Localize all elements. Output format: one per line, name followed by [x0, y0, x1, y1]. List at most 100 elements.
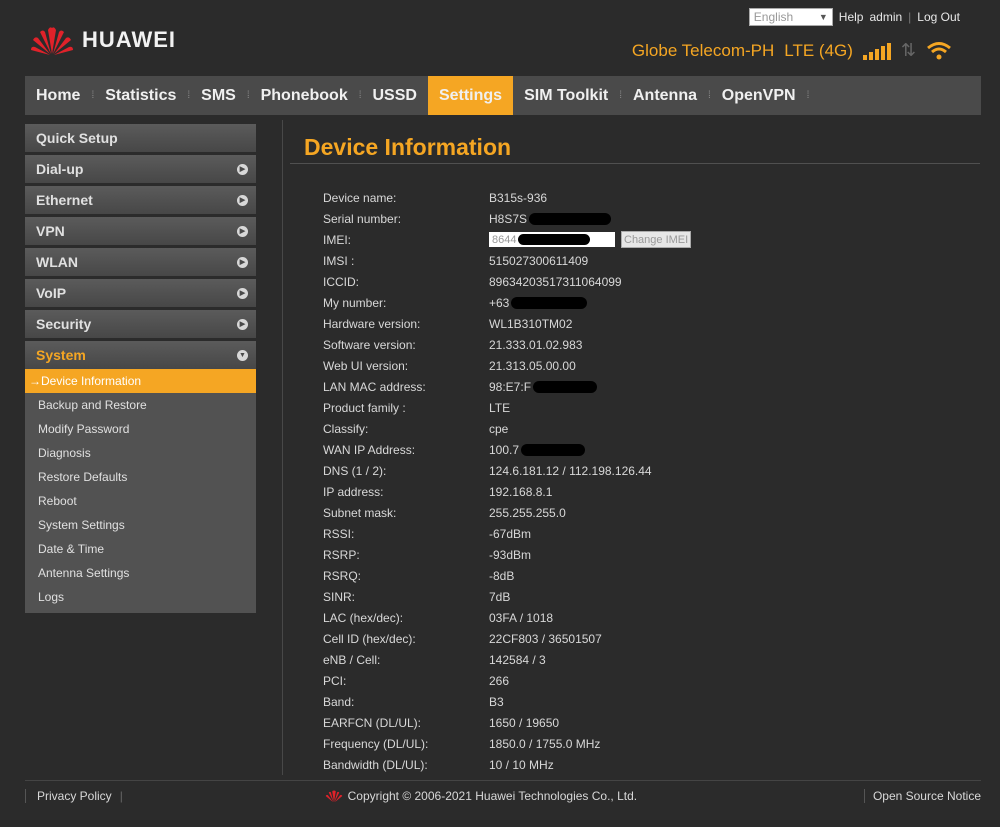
info-label: WAN IP Address: — [323, 442, 416, 457]
privacy-policy-link[interactable]: Privacy Policy — [37, 789, 112, 803]
sidebar-item-logs[interactable]: Logs — [25, 585, 256, 609]
serial-value: H8S7S — [489, 211, 528, 226]
sidebar-system[interactable]: System ▼ — [25, 341, 256, 369]
imei-input[interactable]: 8644 — [489, 232, 615, 247]
info-label: Cell ID (hex/dec): — [323, 631, 416, 646]
info-value: 7dB — [489, 589, 511, 604]
info-label: LAN MAC address: — [323, 379, 426, 394]
huawei-flower-icon — [31, 27, 73, 55]
sidebar-label: Dial-up — [36, 161, 84, 177]
info-row: Bandwidth (DL/UL): 10 / 10 MHz — [323, 754, 691, 775]
collapse-arrow-icon: ▼ — [237, 349, 248, 361]
info-value: B3 — [489, 694, 504, 709]
info-value: 142584 / 3 — [489, 652, 546, 667]
nav-ussd[interactable]: USSD — [362, 76, 428, 115]
info-value: 98:E7:F — [489, 380, 598, 394]
info-value: 124.6.181.12 / 112.198.126.44 — [489, 463, 652, 478]
signal-strength-icon — [862, 42, 891, 60]
expand-arrow-icon: ▶ — [237, 256, 248, 268]
huawei-logo: HUAWEI — [30, 24, 176, 56]
info-row: RSRP: -93dBm — [323, 544, 691, 565]
sidebar-item-backup-restore[interactable]: Backup and Restore — [25, 393, 256, 417]
footer-copyright: Copyright © 2006-2021 Huawei Technologie… — [324, 789, 637, 803]
open-source-notice-link[interactable]: Open Source Notice — [863, 789, 981, 803]
divider: | — [908, 10, 912, 24]
sidebar-item-date-time[interactable]: Date & Time — [25, 537, 256, 561]
sidebar-quick-setup[interactable]: Quick Setup — [25, 124, 256, 152]
info-label: ICCID: — [323, 274, 359, 289]
info-value: cpe — [489, 421, 509, 436]
info-label: Serial number: — [323, 211, 402, 226]
divider: | — [119, 789, 123, 803]
language-value: English — [753, 10, 794, 24]
info-label: IP address: — [323, 484, 384, 499]
sidebar-security[interactable]: Security ▶ — [25, 310, 256, 338]
info-value: -93dBm — [489, 547, 532, 562]
sidebar-item-label: Device Information — [41, 374, 142, 388]
logout-link[interactable]: Log Out — [917, 10, 960, 24]
info-row: Device name: B315s-936 — [323, 187, 691, 208]
info-row: Classify: cpe — [323, 418, 691, 439]
nav-statistics[interactable]: Statistics — [94, 76, 187, 115]
info-row: WAN IP Address: 100.7 — [323, 439, 691, 460]
info-label: Product family : — [323, 400, 406, 415]
nav-phonebook[interactable]: Phonebook — [250, 76, 359, 115]
help-link[interactable]: Help — [839, 10, 864, 24]
sidebar-item-diagnosis[interactable]: Diagnosis — [25, 441, 256, 465]
sidebar-ethernet[interactable]: Ethernet ▶ — [25, 186, 256, 214]
info-label: IMEI: — [323, 232, 352, 247]
change-imei-button[interactable]: Change IMEI — [621, 231, 692, 248]
nav-sim-toolkit[interactable]: SIM Toolkit — [513, 76, 619, 115]
sidebar-item-modify-password[interactable]: Modify Password — [25, 417, 256, 441]
sidebar-vpn[interactable]: VPN ▶ — [25, 217, 256, 245]
nav-separator: ⁞ — [806, 90, 810, 101]
info-value: 1650 / 19650 — [489, 715, 560, 730]
sidebar-voip[interactable]: VoIP ▶ — [25, 279, 256, 307]
expand-arrow-icon: ▶ — [237, 287, 248, 299]
info-value: 100.7 — [489, 443, 586, 457]
title-underline — [290, 163, 980, 164]
sidebar-wlan[interactable]: WLAN ▶ — [25, 248, 256, 276]
sidebar-item-antenna-settings[interactable]: Antenna Settings — [25, 561, 256, 585]
sidebar-label: VoIP — [36, 285, 67, 301]
info-row: RSSI: -67dBm — [323, 523, 691, 544]
info-row: Hardware version: WL1B310TM02 — [323, 313, 691, 334]
info-value: H8S7S — [489, 211, 612, 226]
info-row: IMEI: 8644 Change IMEI — [323, 229, 692, 250]
info-value: 266 — [489, 673, 510, 688]
info-row: Frequency (DL/UL): 1850.0 / 1755.0 MHz — [323, 733, 691, 754]
expand-arrow-icon: ▶ — [237, 163, 248, 175]
sidebar-label: Ethernet — [36, 192, 93, 208]
footer-divider — [25, 780, 981, 781]
info-row: My number: +63 — [323, 292, 691, 313]
sidebar-item-reboot[interactable]: Reboot — [25, 489, 256, 513]
nav-openvpn[interactable]: OpenVPN — [711, 76, 807, 115]
info-label: LAC (hex/dec): — [323, 610, 404, 625]
nav-sms[interactable]: SMS — [190, 76, 247, 115]
info-label: IMSI : — [323, 253, 355, 268]
info-value: 03FA / 1018 — [489, 610, 554, 625]
info-value: +63 — [489, 296, 588, 310]
info-row: eNB / Cell: 142584 / 3 — [323, 649, 691, 670]
info-label: My number: — [323, 295, 387, 310]
system-submenu: → Device Information Backup and Restore M… — [25, 369, 256, 613]
info-label: Band: — [323, 694, 355, 709]
nav-home[interactable]: Home — [25, 76, 91, 115]
info-label: RSRQ: — [323, 568, 362, 583]
data-transfer-icon: ⇅ — [900, 40, 916, 60]
info-value: 22CF803 / 36501507 — [489, 631, 602, 646]
info-row: EARFCN (DL/UL): 1650 / 19650 — [323, 712, 691, 733]
sidebar-dial-up[interactable]: Dial-up ▶ — [25, 155, 256, 183]
info-label: RSRP: — [323, 547, 360, 562]
sidebar-item-restore-defaults[interactable]: Restore Defaults — [25, 465, 256, 489]
sidebar-item-system-settings[interactable]: System Settings — [25, 513, 256, 537]
main-nav: Home ⁞ Statistics ⁞ SMS ⁞ Phonebook ⁞ US… — [25, 76, 981, 115]
huawei-flower-icon — [325, 790, 342, 803]
nav-antenna[interactable]: Antenna — [622, 76, 708, 115]
sidebar-label: WLAN — [36, 254, 78, 270]
language-select[interactable]: English ▼ — [748, 8, 833, 26]
sidebar-item-device-information[interactable]: → Device Information — [25, 369, 256, 393]
nav-settings[interactable]: Settings — [427, 76, 514, 115]
info-value: 21.333.01.02.983 — [489, 337, 583, 352]
info-label: Bandwidth (DL/UL): — [323, 757, 428, 772]
